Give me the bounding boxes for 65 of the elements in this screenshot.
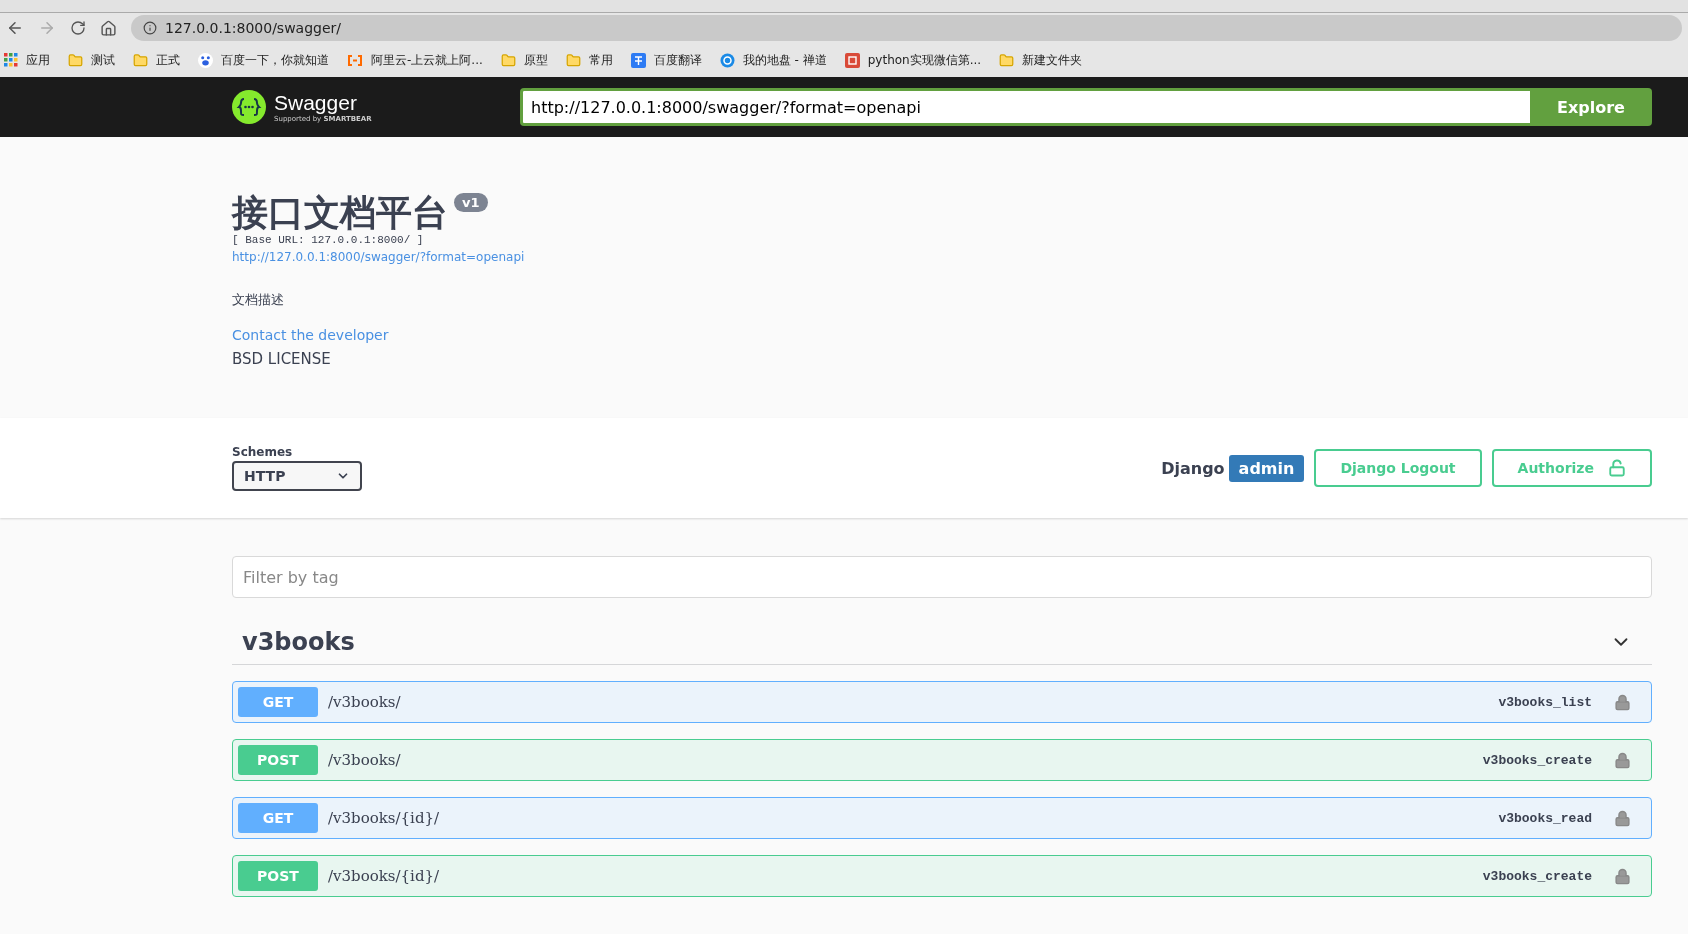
unlocked-icon: [1608, 459, 1626, 478]
address-text: 127.0.0.1:8000/swagger/: [165, 20, 342, 36]
user-badge: admin: [1228, 454, 1305, 482]
bookmark[interactable]: 应用: [4, 51, 50, 69]
method-badge: GET: [238, 687, 318, 718]
reload-icon[interactable]: [70, 20, 86, 36]
bookmark[interactable]: 百度翻译: [630, 51, 702, 69]
operation-path: /v3books/{id}/: [328, 867, 441, 886]
bookmark[interactable]: 阿里云-上云就上阿...: [347, 51, 483, 69]
bookmark[interactable]: 百度一下，你就知道: [198, 51, 329, 69]
method-badge: POST: [238, 861, 318, 892]
bookmark[interactable]: 测试: [68, 51, 115, 69]
operation-row[interactable]: GET /v3books/{id}/ v3books_read: [232, 797, 1652, 840]
version-badge: v1: [454, 193, 488, 212]
folder-icon: [999, 52, 1015, 68]
license-text: BSD LICENSE: [232, 350, 332, 369]
folder-icon: [565, 52, 581, 68]
bookmark[interactable]: 正式: [133, 51, 180, 69]
operation-id: v3books_list: [1498, 694, 1592, 710]
bookmark[interactable]: 新建文件夹: [999, 51, 1083, 69]
folder-icon: [500, 52, 516, 68]
bookmark[interactable]: 我的地盘 - 禅道: [719, 51, 827, 69]
schemes-select[interactable]: HTTP: [232, 461, 362, 492]
bookmark[interactable]: 原型: [500, 51, 548, 69]
cloud-logo-icon: [347, 54, 363, 66]
paw-icon: [198, 52, 213, 68]
apps-grid-icon: [4, 53, 18, 67]
page-title: 接口文档平台: [232, 191, 448, 235]
schemes-label: Schemes: [232, 445, 294, 460]
back-icon[interactable]: [6, 19, 24, 37]
lock-icon[interactable]: [1614, 693, 1631, 711]
url-input[interactable]: http://127.0.0.1:8000/swagger/?format=openapi: [520, 88, 1530, 126]
method-badge: GET: [238, 803, 318, 834]
method-badge: POST: [238, 745, 318, 776]
lock-icon[interactable]: [1614, 751, 1631, 769]
forward-icon[interactable]: [38, 19, 56, 37]
operation-row[interactable]: POST /v3books/ v3books_create: [232, 739, 1652, 782]
operation-row[interactable]: POST /v3books/{id}/ v3books_create: [232, 855, 1652, 898]
filter-input[interactable]: Filter by tag: [232, 556, 1652, 599]
address-bar[interactable]: 127.0.0.1:8000/swagger/: [131, 15, 1682, 41]
description: 文档描述: [232, 291, 285, 310]
operation-id: v3books_read: [1498, 810, 1592, 826]
lock-icon[interactable]: [1614, 809, 1631, 827]
bookmark[interactable]: python实现微信第...: [844, 51, 982, 69]
operation-id: v3books_create: [1482, 752, 1592, 768]
swirl-icon: [719, 52, 735, 68]
home-icon[interactable]: [100, 19, 117, 37]
operation-path: /v3books/: [328, 693, 402, 712]
swagger-logo-icon: [232, 90, 266, 124]
folder-icon: [133, 52, 148, 68]
info-icon: [143, 21, 157, 35]
framework-label: Django: [1161, 458, 1225, 478]
logo-text: Swagger: [274, 91, 358, 115]
operation-path: /v3books/: [328, 751, 402, 770]
lock-icon[interactable]: [1614, 867, 1631, 885]
translate-icon: [630, 52, 646, 68]
bookmark[interactable]: 常用: [565, 51, 613, 69]
operation-id: v3books_create: [1482, 868, 1592, 884]
square-logo-icon: [844, 52, 860, 68]
operation-row[interactable]: GET /v3books/ v3books_list: [232, 681, 1652, 724]
tag-header[interactable]: v3books: [232, 620, 1652, 666]
folder-icon: [68, 52, 83, 68]
operation-path: /v3books/{id}/: [328, 809, 441, 828]
base-url: [ Base URL: 127.0.0.1:8000/ ]: [232, 234, 425, 247]
tag-name: v3books: [242, 628, 355, 657]
